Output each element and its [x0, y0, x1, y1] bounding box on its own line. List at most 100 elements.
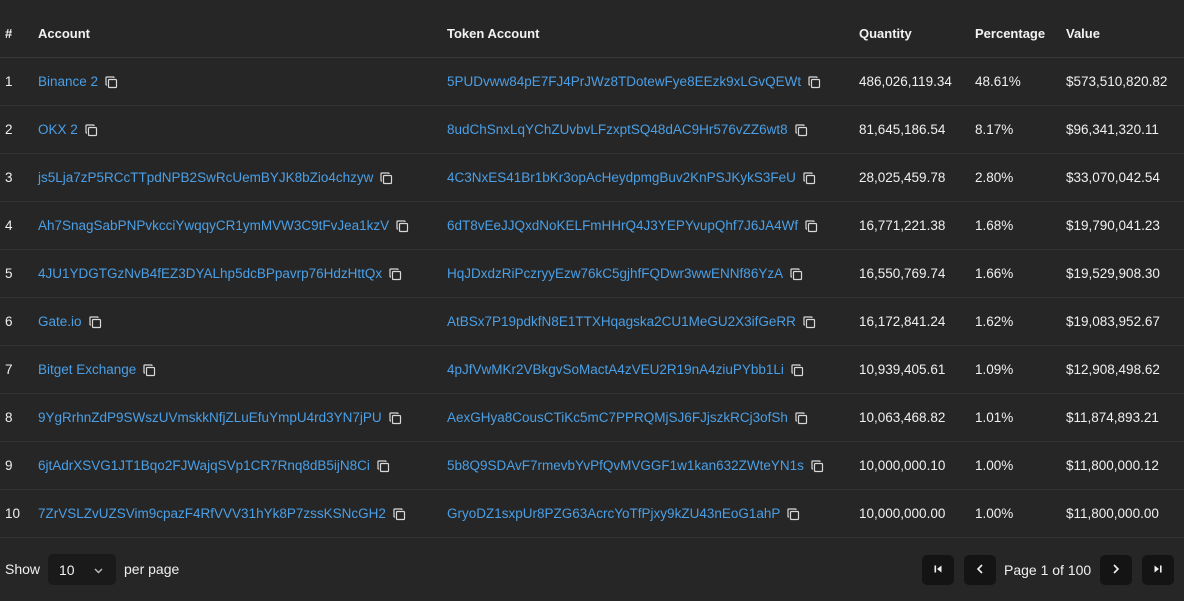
- copy-icon[interactable]: [85, 123, 98, 137]
- copy-icon[interactable]: [389, 411, 402, 425]
- table-row: 6 Gate.io AtBSx7P19pdkfN8E1TTXHqagska2CU1M…: [0, 298, 1184, 346]
- account-cell: 9YgRrhnZdP9SWszUVmskkNfjZLuEfuYmpU4rd3YN…: [38, 394, 402, 441]
- copy-icon[interactable]: [393, 507, 406, 521]
- token-account-link[interactable]: AtBSx7P19pdkfN8E1TTXHqagska2CU1MeGU2X3if…: [447, 314, 796, 329]
- percentage-cell: 1.01%: [975, 410, 1014, 425]
- copy-icon[interactable]: [790, 267, 803, 281]
- token-account-cell: 5b8Q9SDAvF7rmevbYvPfQvMVGGF1w1kan632ZWte…: [447, 442, 824, 489]
- value-cell: $19,083,952.67: [1066, 314, 1160, 329]
- copy-icon[interactable]: [808, 75, 821, 89]
- quantity-cell: 81,645,186.54: [859, 122, 946, 137]
- copy-icon[interactable]: [389, 267, 402, 281]
- percentage-cell: 1.62%: [975, 314, 1014, 329]
- prev-page-button[interactable]: [964, 555, 996, 585]
- copy-icon[interactable]: [380, 171, 393, 185]
- table-row: 3 js5Lja7zP5RCcTTpdNPB2SwRcUemBYJK8bZio4c…: [0, 154, 1184, 202]
- percentage-cell: 1.66%: [975, 266, 1014, 281]
- token-account-link[interactable]: 4pJfVwMKr2VBkgvSoMactA4zVEU2R19nA4ziuPYb…: [447, 362, 784, 377]
- token-account-link[interactable]: GryoDZ1sxpUr8PZG63AcrcYoTfPjxy9kZU43nEoG…: [447, 506, 780, 521]
- rank-cell: 5: [5, 266, 13, 281]
- page-info: Page 1 of 100: [1004, 562, 1092, 578]
- copy-icon[interactable]: [811, 459, 824, 473]
- account-link[interactable]: 9YgRrhnZdP9SWszUVmskkNfjZLuEfuYmpU4rd3YN…: [38, 410, 382, 425]
- value-cell: $33,070,042.54: [1066, 170, 1160, 185]
- account-cell: Ah7SnagSabPNPvkcciYwqqyCR1ymMVW3C9tFvJea…: [38, 202, 409, 249]
- token-account-link[interactable]: 8udChSnxLqYChZUvbvLFzxptSQ48dAC9Hr576vZZ…: [447, 122, 788, 137]
- value-cell: $19,790,041.23: [1066, 218, 1160, 233]
- header-value[interactable]: Value: [1066, 10, 1100, 57]
- copy-icon[interactable]: [88, 315, 102, 329]
- token-account-link[interactable]: AexGHya8CousCTiKc5mC7PPRQMjSJ6FJjszkRCj3…: [447, 410, 788, 425]
- account-link[interactable]: 7ZrVSLZvUZSVim9cpazF4RfVVV31hYk8P7zssKSN…: [38, 506, 386, 521]
- table-row: 1 Binance 2 5PUDvww84pE7FJ4PrJWz8TDotewFye…: [0, 58, 1184, 106]
- rank-cell: 6: [5, 314, 13, 329]
- table-row: 10 7ZrVSLZvUZSVim9cpazF4RfVVV31hYk8P7zssK…: [0, 490, 1184, 538]
- table-row: 2 OKX 2 8udChSnxLqYChZUvbvLFzxptSQ48dAC9Hr…: [0, 106, 1184, 154]
- last-page-button[interactable]: [1142, 555, 1174, 585]
- account-link[interactable]: Gate.io: [38, 314, 82, 329]
- copy-icon[interactable]: [105, 75, 118, 89]
- token-account-link[interactable]: 4C3NxES41Br1bKr3opAcHeydpmgBuv2KnPSJKykS…: [447, 170, 796, 185]
- header-percentage[interactable]: Percentage: [975, 10, 1045, 57]
- percentage-cell: 2.80%: [975, 170, 1014, 185]
- account-link[interactable]: 4JU1YDGTGzNvB4fEZ3DYALhp5dcBPpavrp76HdzH…: [38, 266, 382, 281]
- next-page-button[interactable]: [1100, 555, 1132, 585]
- copy-icon[interactable]: [805, 219, 818, 233]
- account-cell: js5Lja7zP5RCcTTpdNPB2SwRcUemBYJK8bZio4ch…: [38, 154, 393, 201]
- rank-cell: 3: [5, 170, 13, 185]
- copy-icon[interactable]: [787, 507, 800, 521]
- account-link[interactable]: js5Lja7zP5RCcTTpdNPB2SwRcUemBYJK8bZio4ch…: [38, 170, 373, 185]
- header-token-account[interactable]: Token Account: [447, 10, 539, 57]
- header-account[interactable]: Account: [38, 10, 90, 57]
- token-account-cell: 5PUDvww84pE7FJ4PrJWz8TDotewFye8EEzk9xLGv…: [447, 58, 821, 105]
- rank-cell: 9: [5, 458, 13, 473]
- quantity-cell: 16,172,841.24: [859, 314, 946, 329]
- percentage-cell: 1.09%: [975, 362, 1014, 377]
- account-link[interactable]: Binance 2: [38, 74, 98, 89]
- account-link[interactable]: OKX 2: [38, 122, 78, 137]
- token-account-link[interactable]: HqJDxdzRiPczryyEzw76kC5gjhfFQDwr3wwENNf8…: [447, 266, 783, 281]
- percentage-cell: 8.17%: [975, 122, 1014, 137]
- header-quantity[interactable]: Quantity: [859, 10, 912, 57]
- copy-icon[interactable]: [396, 219, 409, 233]
- quantity-cell: 486,026,119.34: [859, 74, 952, 89]
- rank-cell: 1: [5, 74, 13, 89]
- percentage-cell: 1.00%: [975, 458, 1014, 473]
- first-page-button[interactable]: [922, 555, 954, 585]
- token-account-cell: 6dT8vEeJJQxdNoKELFmHHrQ4J3YEPYvupQhf7J6J…: [447, 202, 818, 249]
- copy-icon[interactable]: [791, 363, 804, 377]
- copy-icon[interactable]: [803, 315, 816, 329]
- token-account-link[interactable]: 5PUDvww84pE7FJ4PrJWz8TDotewFye8EEzk9xLGv…: [447, 74, 801, 89]
- copy-icon[interactable]: [377, 459, 390, 473]
- value-cell: $11,800,000.00: [1066, 506, 1159, 521]
- account-cell: Gate.io: [38, 298, 102, 345]
- table-row: 4 Ah7SnagSabPNPvkcciYwqqyCR1ymMVW3C9tFvJe…: [0, 202, 1184, 250]
- value-cell: $573,510,820.82: [1066, 74, 1168, 89]
- last-page-icon: [1152, 562, 1164, 578]
- token-account-link[interactable]: 6dT8vEeJJQxdNoKELFmHHrQ4J3YEPYvupQhf7J6J…: [447, 218, 798, 233]
- quantity-cell: 10,000,000.00: [859, 506, 946, 521]
- percentage-cell: 1.00%: [975, 506, 1014, 521]
- show-label: Show: [5, 561, 41, 577]
- account-link[interactable]: Bitget Exchange: [38, 362, 136, 377]
- token-account-link[interactable]: 5b8Q9SDAvF7rmevbYvPfQvMVGGF1w1kan632ZWte…: [447, 458, 804, 473]
- token-account-cell: 8udChSnxLqYChZUvbvLFzxptSQ48dAC9Hr576vZZ…: [447, 106, 808, 153]
- copy-icon[interactable]: [803, 171, 816, 185]
- value-cell: $96,341,320.11: [1066, 122, 1159, 137]
- per-page-select[interactable]: 10: [48, 554, 116, 585]
- percentage-cell: 48.61%: [975, 74, 1021, 89]
- account-link[interactable]: Ah7SnagSabPNPvkcciYwqqyCR1ymMVW3C9tFvJea…: [38, 218, 389, 233]
- copy-icon[interactable]: [795, 123, 808, 137]
- copy-icon[interactable]: [143, 363, 156, 377]
- table-row: 7 Bitget Exchange 4pJfVwMKr2VBkgvSoMactA4z…: [0, 346, 1184, 394]
- value-cell: $11,800,000.12: [1066, 458, 1159, 473]
- value-cell: $19,529,908.30: [1066, 266, 1160, 281]
- account-cell: 7ZrVSLZvUZSVim9cpazF4RfVVV31hYk8P7zssKSN…: [38, 490, 406, 537]
- pagination-footer: Show 10 per page Page 1 of 100: [0, 548, 1184, 592]
- per-page-label: per page: [124, 561, 180, 577]
- table-row: 9 6jtAdrXSVG1JT1Bqo2FJWajqSVp1CR7Rnq8dB5i…: [0, 442, 1184, 490]
- account-link[interactable]: 6jtAdrXSVG1JT1Bqo2FJWajqSVp1CR7Rnq8dB5ij…: [38, 458, 370, 473]
- copy-icon[interactable]: [795, 411, 808, 425]
- chevron-left-icon: [974, 562, 986, 578]
- chevron-down-icon: [93, 563, 104, 579]
